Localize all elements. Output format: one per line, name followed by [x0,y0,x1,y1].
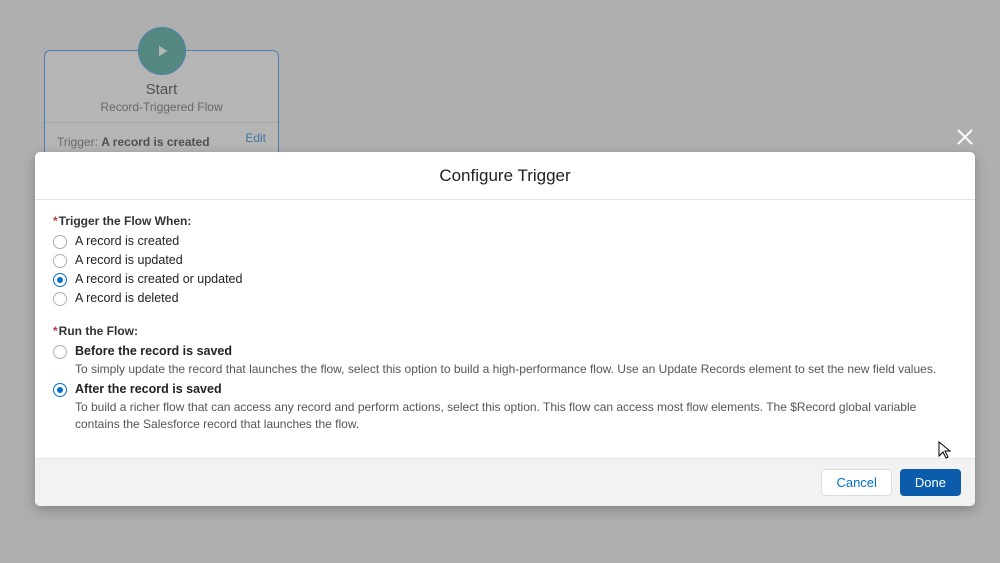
cancel-button[interactable]: Cancel [821,469,891,496]
opt-record-updated[interactable]: A record is updated [53,253,957,268]
radio-icon[interactable] [53,254,67,268]
opt-record-deleted[interactable]: A record is deleted [53,291,957,306]
radio-icon[interactable] [53,273,67,287]
opt-before-save-desc: To simply update the record that launche… [75,361,957,378]
run-the-flow-label: *Run the Flow: [53,324,957,338]
opt-after-save[interactable]: After the record is saved To build a ric… [53,382,957,433]
close-icon[interactable] [954,126,976,148]
done-button[interactable]: Done [900,469,961,496]
radio-icon[interactable] [53,235,67,249]
opt-after-save-desc: To build a richer flow that can access a… [75,399,957,433]
configure-trigger-modal: Configure Trigger *Trigger the Flow When… [35,152,975,506]
opt-before-save[interactable]: Before the record is saved To simply upd… [53,344,957,378]
opt-record-created-or-updated[interactable]: A record is created or updated [53,272,957,287]
radio-icon[interactable] [53,345,67,359]
radio-icon[interactable] [53,292,67,306]
trigger-when-label: *Trigger the Flow When: [53,214,957,228]
modal-title: Configure Trigger [35,152,975,200]
radio-icon[interactable] [53,383,67,397]
opt-record-created[interactable]: A record is created [53,234,957,249]
